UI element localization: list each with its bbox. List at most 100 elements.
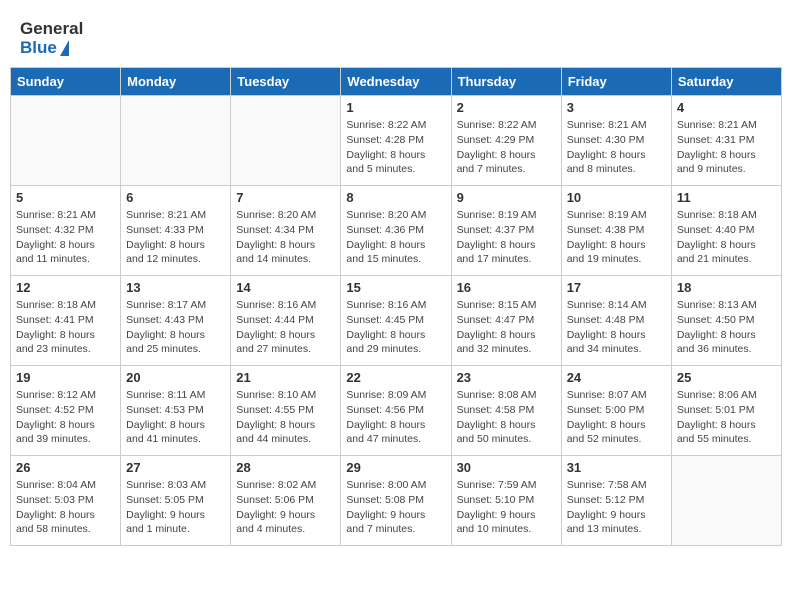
day-cell: 11Sunrise: 8:18 AM Sunset: 4:40 PM Dayli… (671, 186, 781, 276)
day-cell: 3 Sunrise: 8:21 AM Sunset: 4:30 PM Daylig… (561, 96, 671, 186)
day-cell: 15 Sunrise: 8:16 AM Sunset: 4:45 PM Dayli… (341, 276, 451, 366)
day-cell (121, 96, 231, 186)
logo-triangle-icon (60, 40, 69, 56)
day-cell: 18 Sunrise: 8:13 AM Sunset: 4:50 PM Dayli… (671, 276, 781, 366)
day-number: 3 (567, 100, 666, 115)
day-number: 31 (567, 460, 666, 475)
day-info: Sunrise: 8:15 AM Sunset: 4:47 PM Dayligh… (457, 298, 556, 357)
day-info: Sunrise: 7:58 AM Sunset: 5:12 PM Dayligh… (567, 478, 666, 537)
day-number: 25 (677, 370, 776, 385)
col-header-monday: Monday (121, 68, 231, 96)
day-number: 16 (457, 280, 556, 295)
day-cell: 17 Sunrise: 8:14 AM Sunset: 4:48 PM Dayli… (561, 276, 671, 366)
day-info: Sunrise: 8:21 AM Sunset: 4:30 PM Dayligh… (567, 118, 666, 177)
day-cell: 7 Sunrise: 8:20 AM Sunset: 4:34 PM Daylig… (231, 186, 341, 276)
day-cell: 23 Sunrise: 8:08 AM Sunset: 4:58 PM Dayli… (451, 366, 561, 456)
col-header-saturday: Saturday (671, 68, 781, 96)
day-cell: 22 Sunrise: 8:09 AM Sunset: 4:56 PM Dayli… (341, 366, 451, 456)
day-number: 21 (236, 370, 335, 385)
day-info: Sunrise: 8:06 AM Sunset: 5:01 PM Dayligh… (677, 388, 776, 447)
day-number: 27 (126, 460, 225, 475)
day-info: Sunrise: 8:16 AM Sunset: 4:45 PM Dayligh… (346, 298, 445, 357)
col-header-friday: Friday (561, 68, 671, 96)
day-info: Sunrise: 8:21 AM Sunset: 4:31 PM Dayligh… (677, 118, 776, 177)
day-info: Sunrise: 8:10 AM Sunset: 4:55 PM Dayligh… (236, 388, 335, 447)
day-cell (231, 96, 341, 186)
logo-general: General (20, 20, 83, 39)
day-number: 2 (457, 100, 556, 115)
day-number: 4 (677, 100, 776, 115)
day-number: 23 (457, 370, 556, 385)
day-cell: 21 Sunrise: 8:10 AM Sunset: 4:55 PM Dayli… (231, 366, 341, 456)
day-number: 5 (16, 190, 115, 205)
week-row-4: 19 Sunrise: 8:12 AM Sunset: 4:52 PM Dayli… (11, 366, 782, 456)
day-info: Sunrise: 8:22 AM Sunset: 4:29 PM Dayligh… (457, 118, 556, 177)
day-cell: 14 Sunrise: 8:16 AM Sunset: 4:44 PM Dayli… (231, 276, 341, 366)
day-number: 28 (236, 460, 335, 475)
calendar-table: SundayMondayTuesdayWednesdayThursdayFrid… (10, 67, 782, 546)
day-info: Sunrise: 8:21 AM Sunset: 4:33 PM Dayligh… (126, 208, 225, 267)
day-number: 13 (126, 280, 225, 295)
day-cell: 12 Sunrise: 8:18 AM Sunset: 4:41 PM Dayli… (11, 276, 121, 366)
day-info: Sunrise: 8:22 AM Sunset: 4:28 PM Dayligh… (346, 118, 445, 177)
day-number: 11 (677, 190, 776, 205)
day-cell: 28 Sunrise: 8:02 AM Sunset: 5:06 PM Dayli… (231, 456, 341, 546)
logo: General Blue (20, 20, 83, 57)
col-header-thursday: Thursday (451, 68, 561, 96)
day-info: Sunrise: 8:20 AM Sunset: 4:34 PM Dayligh… (236, 208, 335, 267)
day-info: Sunrise: 8:09 AM Sunset: 4:56 PM Dayligh… (346, 388, 445, 447)
page-header: General Blue (10, 10, 782, 62)
day-cell: 16 Sunrise: 8:15 AM Sunset: 4:47 PM Dayli… (451, 276, 561, 366)
day-info: Sunrise: 8:02 AM Sunset: 5:06 PM Dayligh… (236, 478, 335, 537)
day-number: 18 (677, 280, 776, 295)
day-cell: 29Sunrise: 8:00 AM Sunset: 5:08 PM Dayli… (341, 456, 451, 546)
day-cell: 10 Sunrise: 8:19 AM Sunset: 4:38 PM Dayli… (561, 186, 671, 276)
day-info: Sunrise: 8:19 AM Sunset: 4:38 PM Dayligh… (567, 208, 666, 267)
day-cell: 19 Sunrise: 8:12 AM Sunset: 4:52 PM Dayli… (11, 366, 121, 456)
day-info: Sunrise: 7:59 AM Sunset: 5:10 PM Dayligh… (457, 478, 556, 537)
day-number: 10 (567, 190, 666, 205)
day-cell (11, 96, 121, 186)
day-info: Sunrise: 8:03 AM Sunset: 5:05 PM Dayligh… (126, 478, 225, 537)
week-row-5: 26 Sunrise: 8:04 AM Sunset: 5:03 PM Dayli… (11, 456, 782, 546)
day-number: 19 (16, 370, 115, 385)
week-row-3: 12 Sunrise: 8:18 AM Sunset: 4:41 PM Dayli… (11, 276, 782, 366)
day-number: 15 (346, 280, 445, 295)
col-header-wednesday: Wednesday (341, 68, 451, 96)
day-cell: 27 Sunrise: 8:03 AM Sunset: 5:05 PM Dayli… (121, 456, 231, 546)
day-number: 7 (236, 190, 335, 205)
day-number: 30 (457, 460, 556, 475)
col-header-tuesday: Tuesday (231, 68, 341, 96)
day-cell: 30 Sunrise: 7:59 AM Sunset: 5:10 PM Dayli… (451, 456, 561, 546)
day-cell: 13 Sunrise: 8:17 AM Sunset: 4:43 PM Dayli… (121, 276, 231, 366)
day-info: Sunrise: 8:18 AM Sunset: 4:41 PM Dayligh… (16, 298, 115, 357)
day-cell: 25 Sunrise: 8:06 AM Sunset: 5:01 PM Dayli… (671, 366, 781, 456)
day-number: 14 (236, 280, 335, 295)
day-info: Sunrise: 8:12 AM Sunset: 4:52 PM Dayligh… (16, 388, 115, 447)
day-cell: 24Sunrise: 8:07 AM Sunset: 5:00 PM Dayli… (561, 366, 671, 456)
day-info: Sunrise: 8:17 AM Sunset: 4:43 PM Dayligh… (126, 298, 225, 357)
day-cell: 5 Sunrise: 8:21 AM Sunset: 4:32 PM Daylig… (11, 186, 121, 276)
calendar-header-row: SundayMondayTuesdayWednesdayThursdayFrid… (11, 68, 782, 96)
day-info: Sunrise: 8:13 AM Sunset: 4:50 PM Dayligh… (677, 298, 776, 357)
day-info: Sunrise: 8:04 AM Sunset: 5:03 PM Dayligh… (16, 478, 115, 537)
day-cell: 1Sunrise: 8:22 AM Sunset: 4:28 PM Daylig… (341, 96, 451, 186)
day-info: Sunrise: 8:11 AM Sunset: 4:53 PM Dayligh… (126, 388, 225, 447)
day-info: Sunrise: 8:16 AM Sunset: 4:44 PM Dayligh… (236, 298, 335, 357)
week-row-1: 1Sunrise: 8:22 AM Sunset: 4:28 PM Daylig… (11, 96, 782, 186)
day-info: Sunrise: 8:21 AM Sunset: 4:32 PM Dayligh… (16, 208, 115, 267)
day-cell (671, 456, 781, 546)
day-number: 12 (16, 280, 115, 295)
logo-blue: Blue (20, 39, 57, 58)
day-number: 29 (346, 460, 445, 475)
day-number: 22 (346, 370, 445, 385)
day-number: 8 (346, 190, 445, 205)
day-number: 17 (567, 280, 666, 295)
day-cell: 4 Sunrise: 8:21 AM Sunset: 4:31 PM Daylig… (671, 96, 781, 186)
day-info: Sunrise: 8:08 AM Sunset: 4:58 PM Dayligh… (457, 388, 556, 447)
day-cell: 8Sunrise: 8:20 AM Sunset: 4:36 PM Daylig… (341, 186, 451, 276)
day-number: 24 (567, 370, 666, 385)
day-number: 20 (126, 370, 225, 385)
day-number: 26 (16, 460, 115, 475)
day-info: Sunrise: 8:14 AM Sunset: 4:48 PM Dayligh… (567, 298, 666, 357)
